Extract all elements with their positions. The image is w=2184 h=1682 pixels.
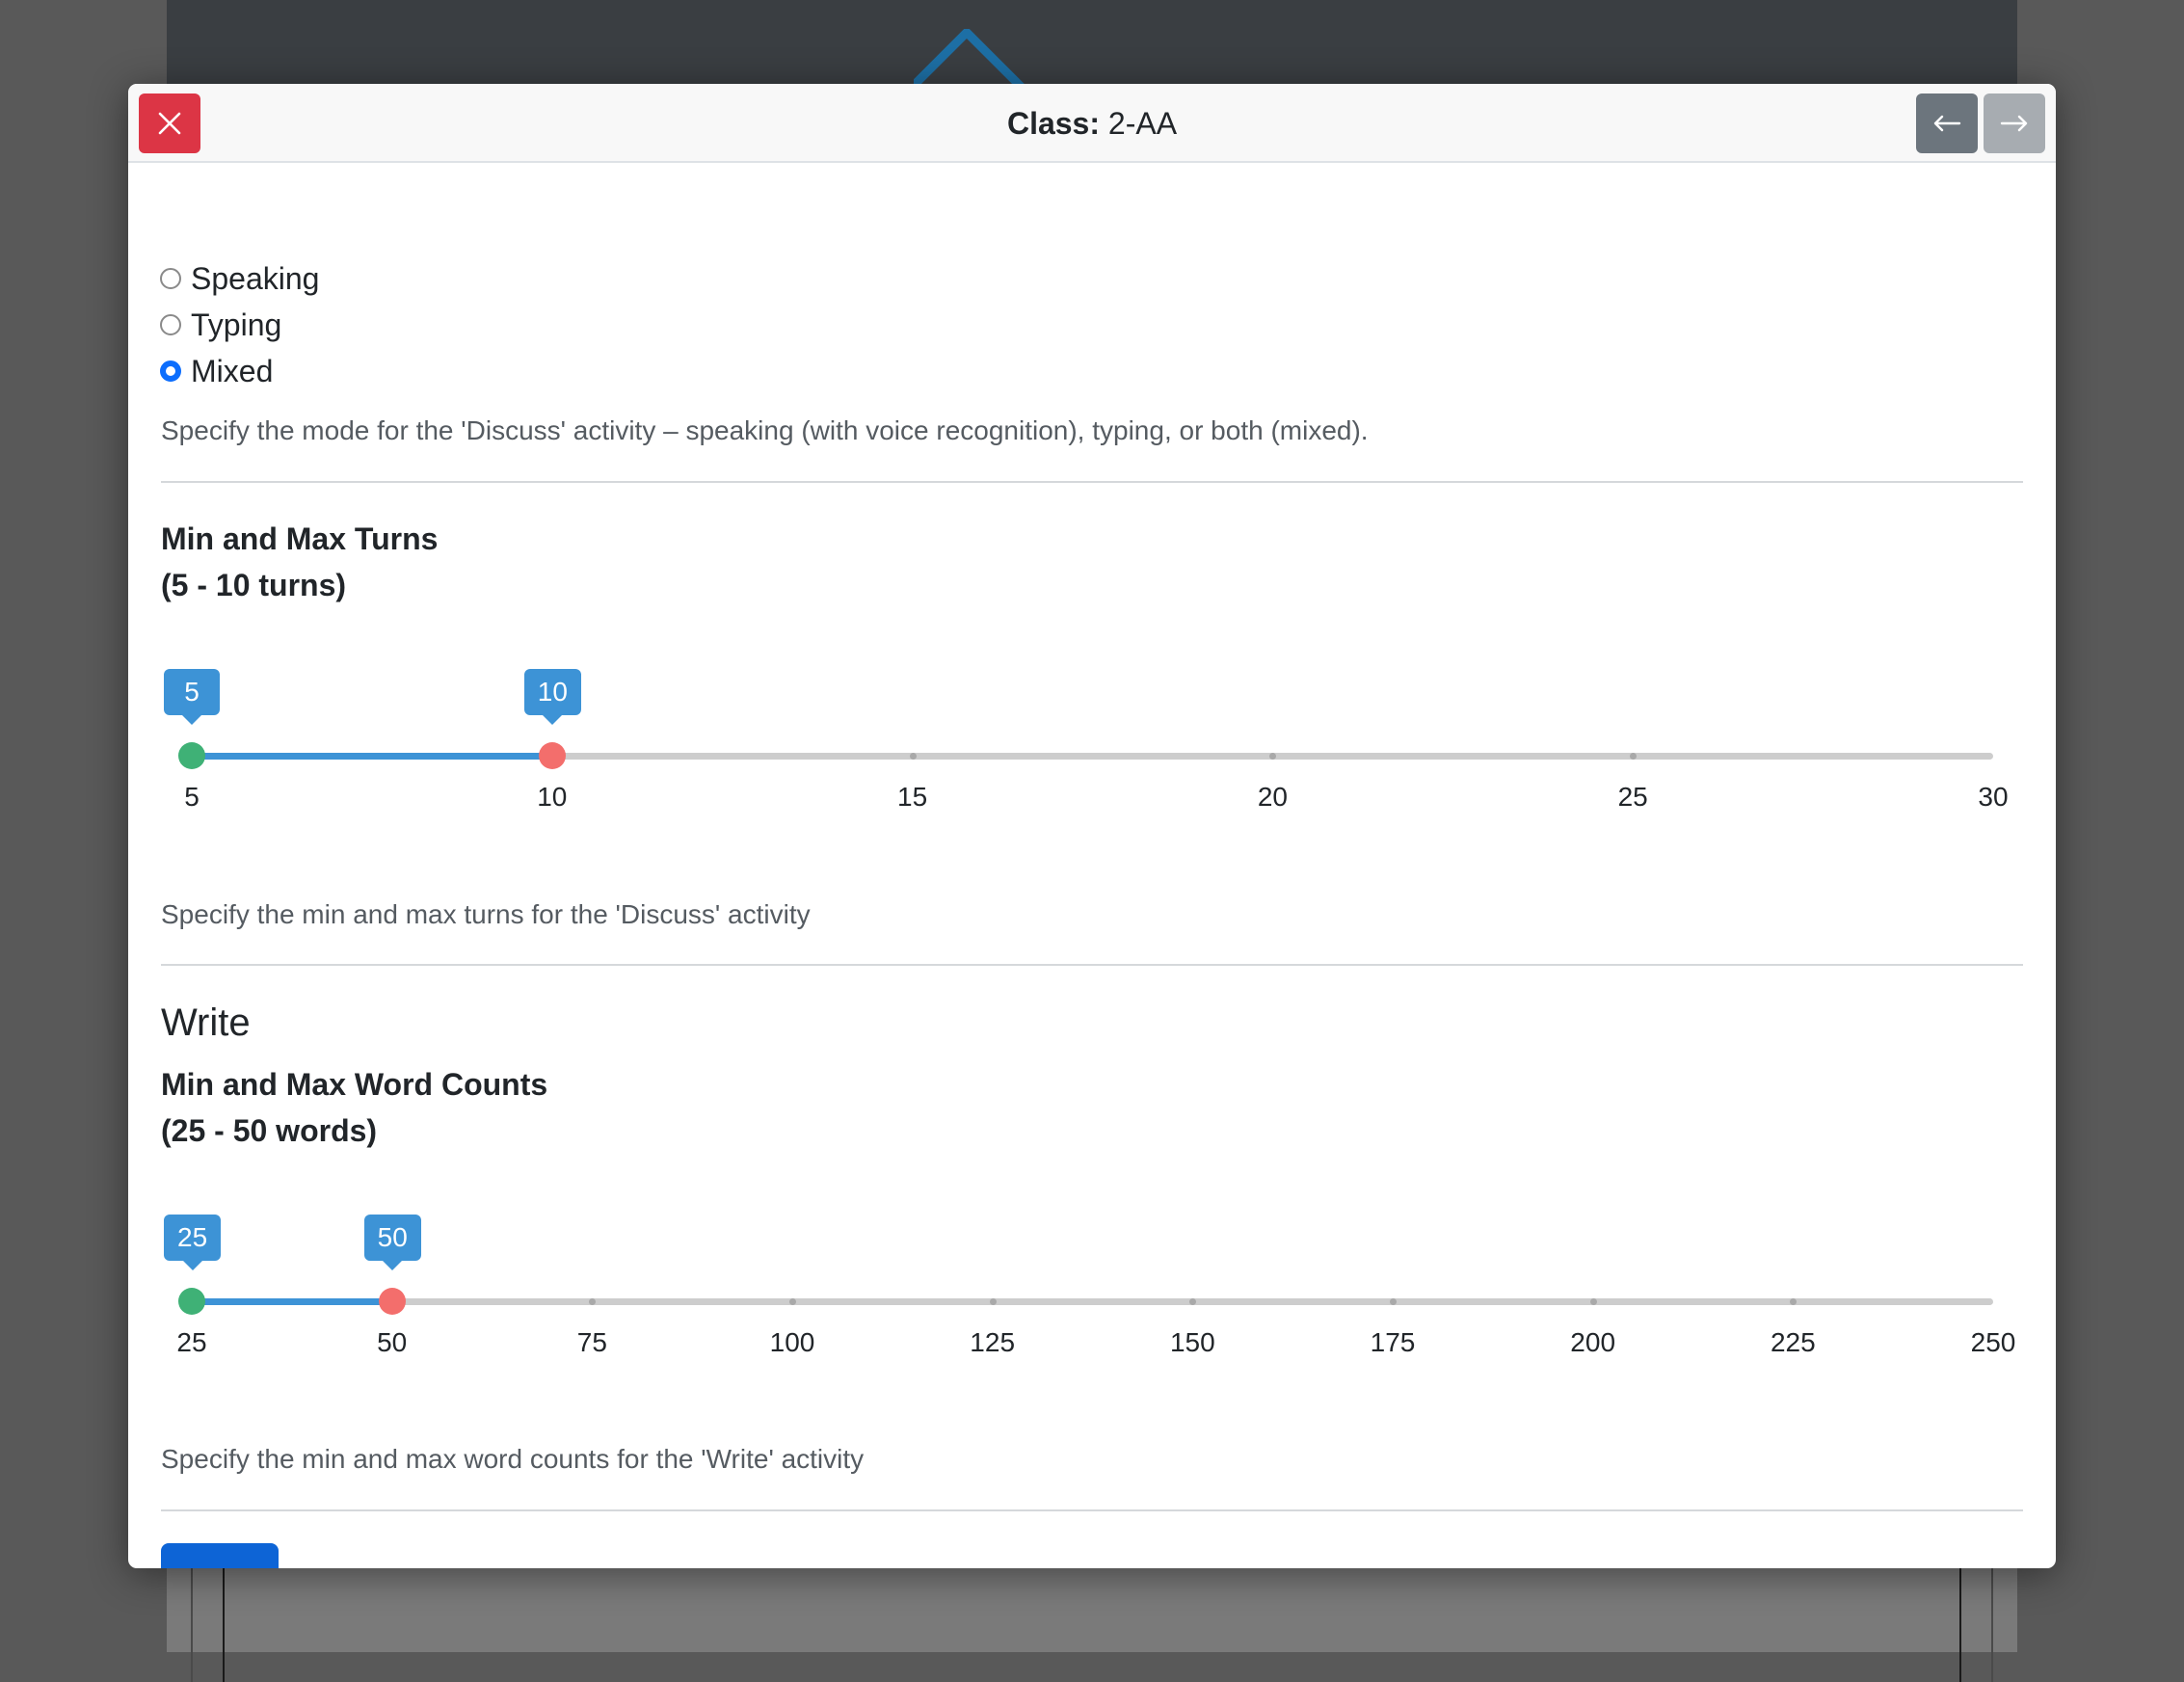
slider-scale-label: 100: [769, 1327, 815, 1357]
divider: [161, 1509, 2023, 1511]
slider-scale-label: 15: [897, 782, 928, 812]
word-count-title: Min and Max Word Counts (25 - 50 words): [161, 1061, 547, 1154]
modal-body: Speaking Typing Mixed Specify the mode f…: [128, 163, 2056, 1568]
slider-tick: [989, 1298, 997, 1305]
radio-button[interactable]: [160, 314, 181, 335]
radio-option-mixed[interactable]: Mixed: [160, 350, 273, 392]
slider-scale-label: 5: [184, 782, 200, 812]
radio-button[interactable]: [160, 268, 181, 289]
modal-title-value: 2-AA: [1107, 106, 1178, 141]
background-frame-inner: [223, 1566, 1961, 1682]
modal-title-label: Class:: [1006, 106, 1100, 141]
word-count-range-text: (25 - 50 words): [161, 1113, 378, 1148]
slider-tick: [909, 753, 917, 760]
turns-range-slider[interactable]: 5 10 15 20 25 30 5 10: [128, 669, 2056, 842]
radio-label: Typing: [191, 307, 282, 342]
slider-scale-label: 30: [1978, 782, 2009, 812]
radio-option-speaking[interactable]: Speaking: [160, 257, 319, 300]
slider-scale-label: 250: [1970, 1327, 2016, 1357]
radio-option-typing[interactable]: Typing: [160, 304, 281, 346]
slider-tick: [789, 1298, 796, 1305]
class-settings-modal: Class: 2-AA Speaking Typing Mixed Specif…: [128, 84, 2056, 1568]
slider-scale-label: 125: [970, 1327, 1016, 1357]
arrow-left-icon: [1933, 115, 1961, 132]
slider-scale-label: 225: [1770, 1327, 1816, 1357]
divider: [161, 481, 2023, 483]
slider-min-handle[interactable]: [178, 742, 205, 769]
write-section-title: Write: [161, 1001, 251, 1044]
slider-max-value-badge: 10: [523, 669, 581, 725]
radio-button[interactable]: [160, 360, 181, 382]
slider-tick: [1589, 1298, 1597, 1305]
turns-title: Min and Max Turns (5 - 10 turns): [161, 516, 438, 608]
radio-label: Mixed: [191, 353, 274, 388]
next-class-button[interactable]: [1984, 93, 2045, 153]
modal-title: Class: 2-AA: [128, 105, 2056, 142]
logo-mark-icon: [914, 29, 1042, 87]
slider-scale-label: 25: [176, 1327, 207, 1357]
slider-selected-range: [192, 1298, 392, 1305]
word-count-title-text: Min and Max Word Counts: [161, 1067, 548, 1102]
slider-min-handle[interactable]: [178, 1288, 205, 1315]
slider-scale-label: 10: [537, 782, 568, 812]
word-count-range-slider[interactable]: 25 50 75 100 125 150 175 200 225 250 25 50: [128, 1215, 2056, 1388]
discuss-mode-help: Specify the mode for the 'Discuss' activ…: [161, 415, 1369, 445]
slider-scale-label: 175: [1370, 1327, 1416, 1357]
slider-min-value-badge: 25: [164, 1215, 222, 1270]
slider-max-handle[interactable]: [538, 742, 566, 769]
save-button[interactable]: Save: [161, 1543, 279, 1568]
turns-help: Specify the min and max turns for the 'D…: [161, 899, 811, 929]
slider-tick: [1390, 1298, 1397, 1305]
previous-class-button[interactable]: [1916, 93, 1978, 153]
radio-label: Speaking: [191, 260, 320, 296]
slider-selected-range: [192, 753, 552, 760]
slider-min-value-badge: 5: [164, 669, 220, 725]
slider-scale-label: 25: [1617, 782, 1648, 812]
slider-scale-label: 75: [576, 1327, 607, 1357]
slider-scale-label: 20: [1257, 782, 1288, 812]
arrow-right-icon: [2000, 115, 2028, 132]
word-count-help: Specify the min and max word counts for …: [161, 1444, 865, 1474]
slider-max-value-badge: 50: [363, 1215, 421, 1270]
slider-track[interactable]: [192, 1298, 1993, 1305]
turns-range-text: (5 - 10 turns): [161, 568, 347, 602]
slider-scale-label: 150: [1169, 1327, 1215, 1357]
slider-scale-label: 200: [1570, 1327, 1616, 1357]
slider-scale-label: 50: [377, 1327, 408, 1357]
background-logo: [914, 29, 1232, 87]
turns-title-text: Min and Max Turns: [161, 521, 439, 556]
modal-header: Class: 2-AA: [128, 84, 2056, 163]
slider-max-handle[interactable]: [378, 1288, 406, 1315]
divider: [161, 964, 2023, 966]
